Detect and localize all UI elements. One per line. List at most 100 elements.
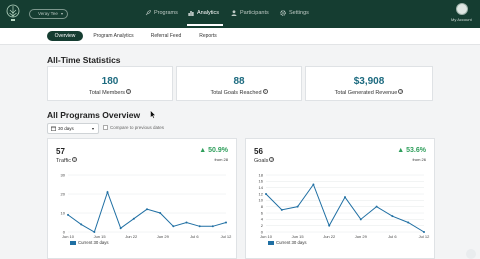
y-tick-label: 4	[261, 217, 264, 222]
data-point	[407, 221, 410, 224]
stat-label-wrap: Total Generated Revenue?	[306, 89, 432, 96]
data-point	[296, 205, 299, 208]
stat-value: 88	[233, 76, 245, 87]
nav-analytics[interactable]: Analytics	[188, 10, 219, 16]
nav-analytics-label: Analytics	[197, 10, 220, 16]
x-tick-label: Jul 6	[388, 234, 397, 239]
x-tick-label: Jun 22	[323, 234, 336, 239]
stat-label: Total Generated Revenue	[334, 90, 398, 96]
nav-participants[interactable]: Participants	[231, 10, 269, 16]
compare-checkbox[interactable]	[103, 125, 108, 130]
data-point	[391, 215, 394, 218]
data-point	[265, 193, 267, 195]
data-point	[185, 221, 188, 224]
data-point	[359, 218, 362, 221]
x-tick-label: Jul 6	[190, 234, 199, 239]
tab-referral-feed[interactable]: Referral Feed	[146, 31, 186, 41]
store-selector-value: Veray Tee	[38, 11, 58, 16]
y-tick-label: 2	[261, 223, 264, 228]
chart-legend[interactable]: Current 30 days	[268, 240, 307, 245]
tab-overview[interactable]: Overview	[47, 31, 83, 41]
avatar[interactable]	[456, 3, 468, 15]
data-point	[93, 231, 96, 233]
y-tick-label: 16	[259, 179, 264, 184]
date-range-select[interactable]: 30 days ▾	[47, 123, 99, 134]
data-point	[423, 231, 425, 233]
series-line	[67, 190, 227, 233]
y-tick-label: 20	[61, 191, 66, 196]
y-tick-label: 10	[61, 210, 66, 215]
mouse-cursor-icon	[150, 110, 156, 119]
data-point	[280, 208, 283, 211]
compare-toggle[interactable]: Compare to previous dates	[103, 125, 164, 130]
nav-programs[interactable]: Programs	[145, 10, 178, 16]
rocket-icon	[145, 10, 151, 16]
data-point	[80, 223, 83, 226]
store-selector[interactable]: Veray Tee ▾	[29, 9, 68, 19]
data-point	[328, 224, 331, 227]
logo-icon[interactable]	[6, 4, 20, 24]
y-tick-label: 10	[259, 198, 264, 203]
x-tick-label: Jul 12	[419, 234, 430, 239]
x-tick-label: Jun 29	[157, 234, 170, 239]
data-point	[132, 217, 135, 220]
data-point	[344, 196, 346, 199]
chart-legend[interactable]: Current 30 days	[70, 240, 109, 245]
y-tick-label: 14	[259, 185, 264, 190]
nav-participants-label: Participants	[240, 10, 269, 16]
active-tab-indicator	[187, 24, 223, 26]
data-point	[159, 212, 162, 214]
programs-overview-heading: All Programs Overview	[47, 110, 141, 120]
calendar-icon	[51, 126, 56, 131]
nav-settings[interactable]: Settings	[280, 10, 309, 16]
stat-label: Total Members	[88, 90, 126, 96]
nav-settings-label: Settings	[289, 10, 309, 16]
chevron-down-icon: ▾	[91, 126, 94, 131]
bar-chart-icon	[188, 11, 194, 16]
data-point	[119, 227, 122, 230]
y-tick-label: 6	[261, 210, 264, 215]
legend-label: Current 30 days	[78, 240, 109, 245]
x-tick-label: Jun 22	[125, 234, 138, 239]
nav-programs-label: Programs	[154, 10, 178, 16]
my-account-link[interactable]: My Account	[451, 17, 472, 22]
legend-label: Current 30 days	[276, 240, 307, 245]
compare-label: Compare to previous dates	[110, 125, 165, 130]
stat-label-wrap: Total Goals Reached?	[177, 89, 301, 96]
data-point	[67, 213, 69, 216]
all-time-heading: All-Time Statistics	[47, 55, 121, 65]
chart-card-goals: 56 Goals? ▲ 53.6% from 26 18 16 14 12 10 8 6 4 2…	[245, 138, 435, 259]
x-tick-label: Jun 10	[260, 234, 273, 239]
stat-card-goals: 88 Total Goals Reached?	[176, 66, 302, 101]
sub-navigation: Overview Program Analytics Referral Feed…	[0, 28, 480, 45]
y-tick-label: 12	[259, 191, 264, 196]
data-point	[375, 205, 378, 208]
y-tick-label: 8	[261, 204, 264, 209]
stat-label-wrap: Total Members?	[48, 89, 172, 96]
top-navigation-bar: Veray Tee ▾ Programs Analytics Participa…	[0, 0, 480, 28]
x-tick-label: Jul 12	[221, 234, 232, 239]
help-icon[interactable]: ?	[262, 89, 268, 94]
x-tick-label: Jun 15	[292, 234, 305, 239]
stat-label: Total Goals Reached	[210, 90, 262, 96]
help-chat-button[interactable]	[466, 249, 476, 259]
tab-reports[interactable]: Reports	[194, 31, 222, 41]
data-point	[312, 183, 315, 186]
x-tick-label: Jun 29	[355, 234, 368, 239]
help-icon[interactable]: ?	[126, 89, 132, 94]
stat-value: 180	[101, 76, 119, 87]
help-icon[interactable]: ?	[398, 89, 404, 94]
stat-value: $3,908	[353, 76, 385, 87]
legend-swatch	[268, 240, 274, 245]
tab-program-analytics[interactable]: Program Analytics	[90, 31, 137, 41]
person-icon	[231, 10, 237, 16]
data-point	[172, 225, 175, 228]
data-point	[211, 225, 214, 228]
x-tick-label: Jun 15	[94, 234, 107, 239]
stat-card-revenue: $3,908 Total Generated Revenue?	[305, 66, 433, 101]
date-range-value: 30 days	[58, 126, 74, 131]
series-line	[265, 183, 425, 233]
data-point	[225, 221, 227, 224]
y-tick-label: 30	[61, 172, 66, 177]
data-point	[146, 208, 148, 211]
